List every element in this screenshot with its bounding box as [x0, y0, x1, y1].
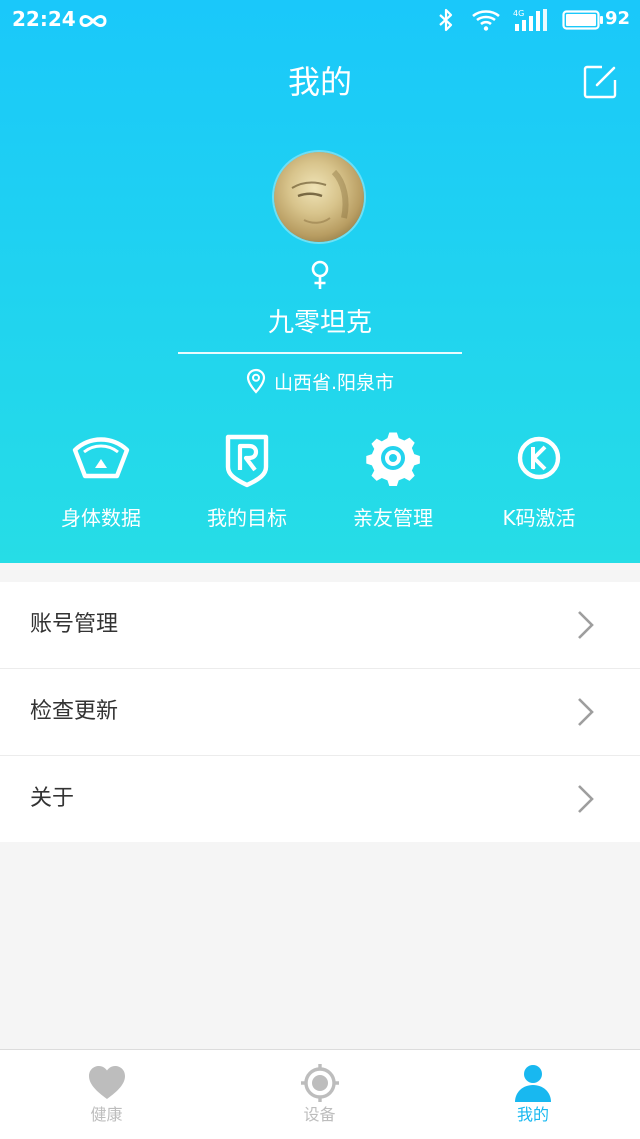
menu-item-account[interactable]: 账号管理 — [0, 582, 640, 669]
tab-mine-label: 我的 — [516, 1105, 549, 1124]
my-goal-button[interactable]: 我的目标 — [174, 428, 320, 538]
settings-menu: 账号管理 检查更新 关于 — [0, 582, 640, 842]
body-data-label: 身体数据 — [61, 506, 141, 530]
avatar-photo — [291, 169, 349, 224]
signal-icon: 4G — [512, 8, 548, 36]
k-code-icon — [517, 436, 561, 480]
my-goal-label: 我的目标 — [207, 506, 287, 530]
menu-item-label: 关于 — [30, 786, 75, 811]
username: 九零坦克 — [267, 308, 372, 338]
chevron-right-icon — [578, 785, 594, 813]
status-bar: 22:24 4G 92 — [0, 0, 640, 40]
battery-level: 92 — [605, 8, 631, 29]
friends-management-label: 亲友管理 — [353, 506, 433, 530]
page-title: 我的 — [287, 63, 352, 101]
body-data-button[interactable]: 身体数据 — [28, 428, 174, 538]
bluetooth-icon — [437, 8, 455, 36]
edit-icon — [583, 65, 617, 99]
avatar[interactable] — [274, 152, 364, 242]
friends-icon — [366, 432, 420, 487]
bottom-tab-bar: 健康 设备 我的 — [0, 1049, 640, 1139]
location-text: 山西省.阳泉市 — [273, 371, 395, 394]
menu-item-label: 检查更新 — [30, 699, 119, 724]
person-icon — [515, 1065, 551, 1102]
wifi-icon — [471, 8, 501, 36]
device-icon — [300, 1064, 339, 1102]
profile-divider — [178, 352, 462, 354]
female-icon — [308, 260, 332, 294]
friends-management-button[interactable]: 亲友管理 — [320, 428, 466, 538]
heart-icon — [88, 1066, 125, 1099]
tab-mine[interactable]: 我的 — [426, 1050, 640, 1139]
infinity-icon — [78, 12, 108, 34]
k-code-activate-label: K码激活 — [502, 506, 576, 530]
menu-item-about[interactable]: 关于 — [0, 756, 640, 842]
chevron-right-icon — [578, 611, 594, 639]
edit-profile-button[interactable] — [582, 64, 618, 100]
body-data-icon — [72, 437, 130, 479]
chevron-right-icon — [578, 698, 594, 726]
menu-item-check-update[interactable]: 检查更新 — [0, 669, 640, 756]
battery-icon — [562, 10, 604, 34]
location-pin-icon — [246, 368, 266, 394]
status-time: 22:24 — [12, 7, 76, 31]
network-type-label: 4G — [513, 9, 524, 18]
menu-item-label: 账号管理 — [30, 612, 119, 637]
profile-header: 22:24 4G 92 我的 九零坦克 山西省.阳泉市 身体数据 我的目标 亲友… — [0, 0, 640, 563]
tab-device-label: 设备 — [303, 1105, 336, 1124]
goal-icon — [225, 434, 269, 488]
tab-device[interactable]: 设备 — [213, 1050, 426, 1139]
tab-health[interactable]: 健康 — [0, 1050, 213, 1139]
quick-actions: 身体数据 我的目标 亲友管理 K码激活 — [0, 428, 640, 538]
k-code-activate-button[interactable]: K码激活 — [466, 428, 612, 538]
location: 山西省.阳泉市 — [0, 366, 640, 396]
tab-health-label: 健康 — [90, 1105, 123, 1124]
